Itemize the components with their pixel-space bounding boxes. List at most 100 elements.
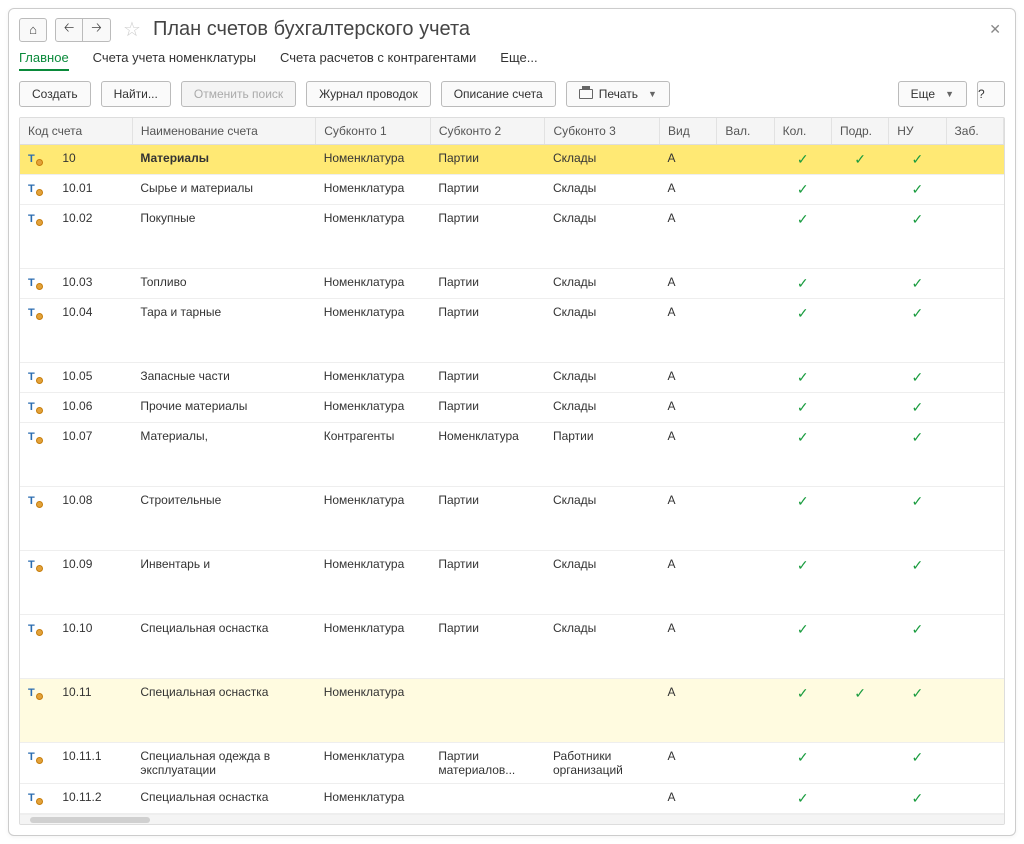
account-type-icon: T	[28, 559, 41, 571]
col-zab[interactable]: Заб.	[946, 118, 1003, 145]
cell-podr	[831, 363, 888, 393]
col-code[interactable]: Код счета	[20, 118, 132, 145]
col-val[interactable]: Вал.	[717, 118, 774, 145]
check-icon: ✓	[897, 181, 938, 198]
close-icon[interactable]: ✕	[985, 19, 1005, 40]
table-row[interactable]: T10.02ПокупныеНоменклатураПартииСкладыА✓…	[20, 205, 1004, 269]
entries-journal-button[interactable]: Журнал проводок	[306, 81, 431, 107]
col-nu[interactable]: НУ	[889, 118, 946, 145]
app-window: ⌂ 🡠 🡢 ☆ План счетов бухгалтерского учета…	[8, 8, 1016, 836]
find-button[interactable]: Найти...	[101, 81, 171, 107]
more-label: Еще	[911, 87, 935, 101]
tab-settlement-accounts[interactable]: Счета расчетов с контрагентами	[280, 50, 476, 71]
cell-code: 10.08	[54, 487, 132, 551]
table-row[interactable]: T10.11Специальная оснасткаНоменклатураА✓…	[20, 679, 1004, 743]
cell-sub1: Номенклатура	[316, 615, 431, 679]
cell-sub3	[545, 784, 660, 814]
table-row[interactable]: T10.04Тара и тарныеНоменклатураПартииСкл…	[20, 299, 1004, 363]
favorite-star-icon[interactable]: ☆	[123, 17, 141, 42]
cell-podr	[831, 743, 888, 784]
cell-vid: А	[660, 423, 717, 487]
cell-vid: А	[660, 487, 717, 551]
col-name[interactable]: Наименование счета	[132, 118, 315, 145]
cell-val	[717, 393, 774, 423]
col-sub1[interactable]: Субконто 1	[316, 118, 431, 145]
print-button[interactable]: Печать ▼	[566, 81, 670, 107]
cell-kol: ✓	[774, 743, 831, 784]
cell-nu: ✓	[889, 363, 946, 393]
home-button[interactable]: ⌂	[19, 18, 47, 42]
cell-code: 10.10	[54, 615, 132, 679]
cell-name: Материалы,	[132, 423, 315, 487]
check-icon: ✓	[897, 305, 938, 322]
account-type-icon: T	[28, 495, 41, 507]
table-row[interactable]: T10.07Материалы,КонтрагентыНоменклатураП…	[20, 423, 1004, 487]
table-row[interactable]: T10МатериалыНоменклатураПартииСкладыА✓✓✓	[20, 145, 1004, 175]
cell-sub3: Работники организаций	[545, 743, 660, 784]
cell-kol: ✓	[774, 393, 831, 423]
cell-sub1: Номенклатура	[316, 175, 431, 205]
cell-zab	[946, 299, 1003, 363]
cell-kol: ✓	[774, 175, 831, 205]
col-podr[interactable]: Подр.	[831, 118, 888, 145]
table-row[interactable]: T10.05Запасные частиНоменклатураПартииСк…	[20, 363, 1004, 393]
account-description-button[interactable]: Описание счета	[441, 81, 556, 107]
table-row[interactable]: T10.03ТопливоНоменклатураПартииСкладыА✓✓	[20, 269, 1004, 299]
cell-zab	[946, 679, 1003, 743]
cell-nu: ✓	[889, 551, 946, 615]
check-icon: ✓	[839, 685, 880, 702]
cell-vid: А	[660, 175, 717, 205]
col-kol[interactable]: Кол.	[774, 118, 831, 145]
cell-sub3: Склады	[545, 363, 660, 393]
cell-kol: ✓	[774, 679, 831, 743]
cell-val	[717, 784, 774, 814]
cell-podr	[831, 299, 888, 363]
tabbar: Главное Счета учета номенклатуры Счета р…	[19, 48, 1005, 81]
cell-sub2: Партии	[430, 299, 545, 363]
check-icon: ✓	[782, 621, 823, 638]
chevron-down-icon: ▼	[945, 89, 954, 99]
cell-kol: ✓	[774, 551, 831, 615]
forward-button[interactable]: 🡢	[83, 18, 111, 42]
cell-code: 10.09	[54, 551, 132, 615]
account-type-icon: T	[28, 183, 41, 195]
create-button[interactable]: Создать	[19, 81, 91, 107]
table-row[interactable]: T10.08СтроительныеНоменклатураПартииСкла…	[20, 487, 1004, 551]
col-sub3[interactable]: Субконто 3	[545, 118, 660, 145]
account-type-icon: T	[28, 277, 41, 289]
table-row[interactable]: T10.11.1Специальная одежда в эксплуатаци…	[20, 743, 1004, 784]
cell-kol: ✓	[774, 205, 831, 269]
cell-sub1: Номенклатура	[316, 551, 431, 615]
cell-zab	[946, 487, 1003, 551]
col-sub2[interactable]: Субконто 2	[430, 118, 545, 145]
check-icon: ✓	[782, 749, 823, 766]
table-row[interactable]: T10.09Инвентарь иНоменклатураПартииСклад…	[20, 551, 1004, 615]
cell-code: 10.04	[54, 299, 132, 363]
tab-more[interactable]: Еще...	[500, 50, 537, 71]
cell-sub1: Номенклатура	[316, 679, 431, 743]
cell-zab	[946, 393, 1003, 423]
cell-sub2: Партии	[430, 145, 545, 175]
table-row[interactable]: T10.01Сырье и материалыНоменклатураПарти…	[20, 175, 1004, 205]
help-button[interactable]: ?	[977, 81, 1005, 107]
check-icon: ✓	[782, 275, 823, 292]
back-button[interactable]: 🡠	[55, 18, 83, 42]
accounts-grid[interactable]: Код счета Наименование счета Субконто 1 …	[19, 117, 1005, 825]
horizontal-scrollbar[interactable]	[20, 814, 1004, 824]
table-row[interactable]: T10.06Прочие материалыНоменклатураПартии…	[20, 393, 1004, 423]
tab-nomenclature-accounts[interactable]: Счета учета номенклатуры	[93, 50, 256, 71]
col-vid[interactable]: Вид	[660, 118, 717, 145]
cell-vid: А	[660, 679, 717, 743]
more-button[interactable]: Еще ▼	[898, 81, 967, 107]
check-icon: ✓	[897, 399, 938, 416]
cell-kol: ✓	[774, 487, 831, 551]
cell-sub1: Номенклатура	[316, 784, 431, 814]
table-row[interactable]: T10.10Специальная оснасткаНоменклатураПа…	[20, 615, 1004, 679]
tab-main[interactable]: Главное	[19, 50, 69, 71]
header-row: Код счета Наименование счета Субконто 1 …	[20, 118, 1004, 145]
cell-podr	[831, 205, 888, 269]
cell-sub3	[545, 679, 660, 743]
cell-zab	[946, 615, 1003, 679]
table-row[interactable]: T10.11.2Специальная оснасткаНоменклатура…	[20, 784, 1004, 814]
account-type-icon: T	[28, 751, 41, 763]
